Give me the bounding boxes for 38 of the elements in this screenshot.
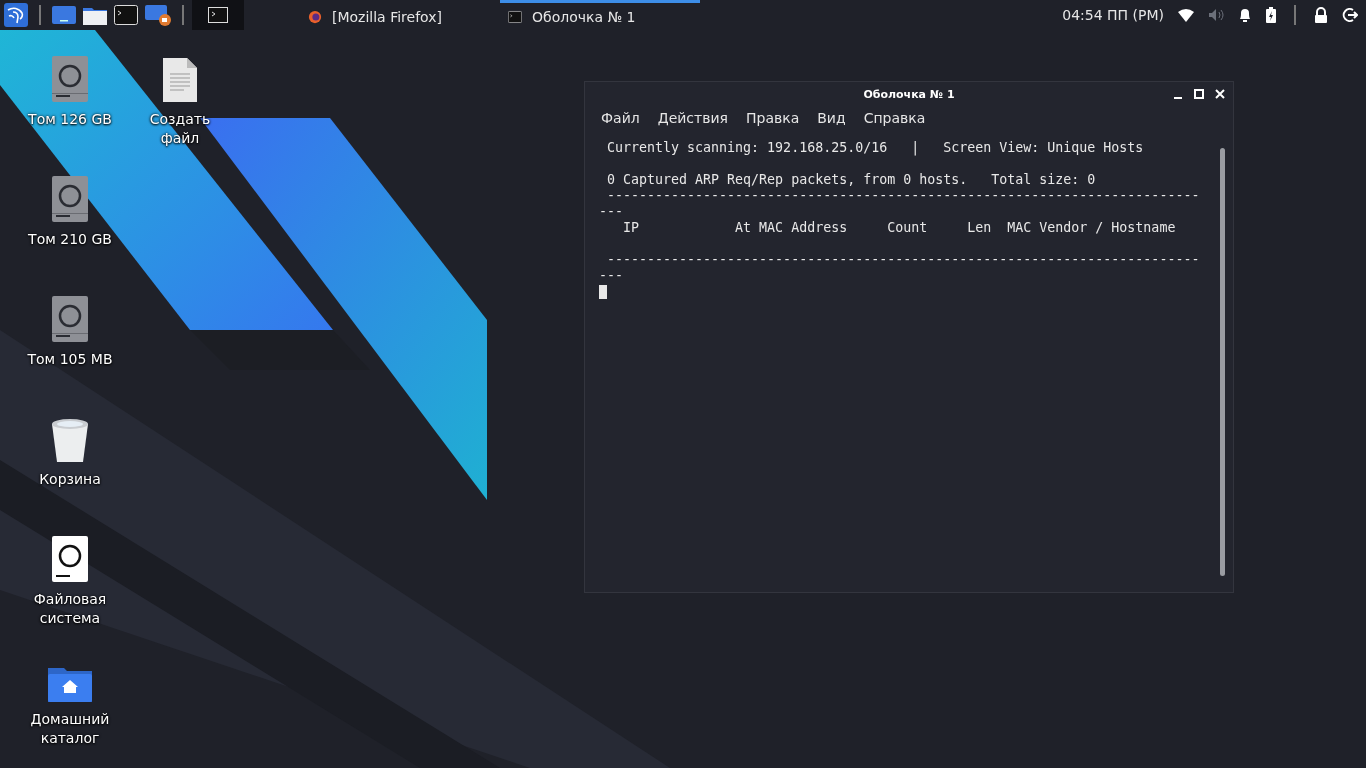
terminal-line: Currently scanning: 192.168.25.0/16 | Screen View: Unique Hosts — [606, 140, 1145, 156]
icon-label[interactable]: Домашний каталог — [20, 710, 120, 748]
terminal-rule: -------------------------------------------------------------------------- — [606, 252, 1201, 268]
terminal-icon[interactable] — [114, 5, 138, 25]
icon-label[interactable]: Том 210 GB — [20, 230, 120, 249]
scrollbar[interactable] — [1220, 148, 1225, 576]
icon-label[interactable]: Том 105 MB — [20, 350, 120, 369]
speaker-icon[interactable] — [1208, 8, 1224, 22]
terminal-line: 0 Captured ARP Req/Rep packets, from 0 hosts. Total size: 0 — [606, 172, 1097, 188]
maximize-icon[interactable] — [1194, 89, 1204, 99]
menu-item[interactable]: Файл — [601, 110, 640, 132]
firefox-icon — [308, 9, 322, 24]
close-icon[interactable] — [1215, 89, 1225, 99]
terminal-line: IP At MAC Address Count Len MAC Vendor / Hostname — [622, 220, 1177, 236]
terminal-rule: -------------------------------------------------------------------------- — [606, 188, 1201, 204]
battery-icon[interactable] — [1266, 7, 1276, 23]
logout-icon[interactable] — [1342, 7, 1358, 23]
terminal-icon — [208, 7, 228, 23]
folder-icon[interactable] — [83, 5, 107, 25]
menu-item[interactable]: Справка — [863, 110, 926, 132]
bell-icon[interactable] — [1238, 7, 1252, 23]
terminal-icon — [508, 9, 522, 24]
terminal-rule: --- — [599, 268, 625, 284]
screen-recorder-icon[interactable] — [145, 4, 171, 26]
wifi-icon[interactable] — [1178, 8, 1194, 22]
clock[interactable]: 04:54 ПП (PM) — [1062, 7, 1164, 23]
menu-item[interactable]: Вид — [817, 110, 846, 132]
window-title: Оболочка № 1 — [863, 87, 955, 101]
monitor-icon[interactable] — [52, 5, 76, 25]
menu-item[interactable]: Действия — [657, 110, 728, 132]
icon-label[interactable]: Корзина — [20, 470, 120, 489]
menu-item[interactable]: Правка — [745, 110, 800, 132]
workspace-button[interactable] — [192, 0, 244, 30]
lock-icon[interactable] — [1314, 7, 1328, 23]
text-cursor — [599, 285, 607, 299]
icon-label[interactable]: Файловая система — [20, 590, 120, 628]
task-button[interactable]: [Mozilla Firefox] — [300, 0, 500, 30]
terminal-rule: --- — [599, 204, 625, 220]
